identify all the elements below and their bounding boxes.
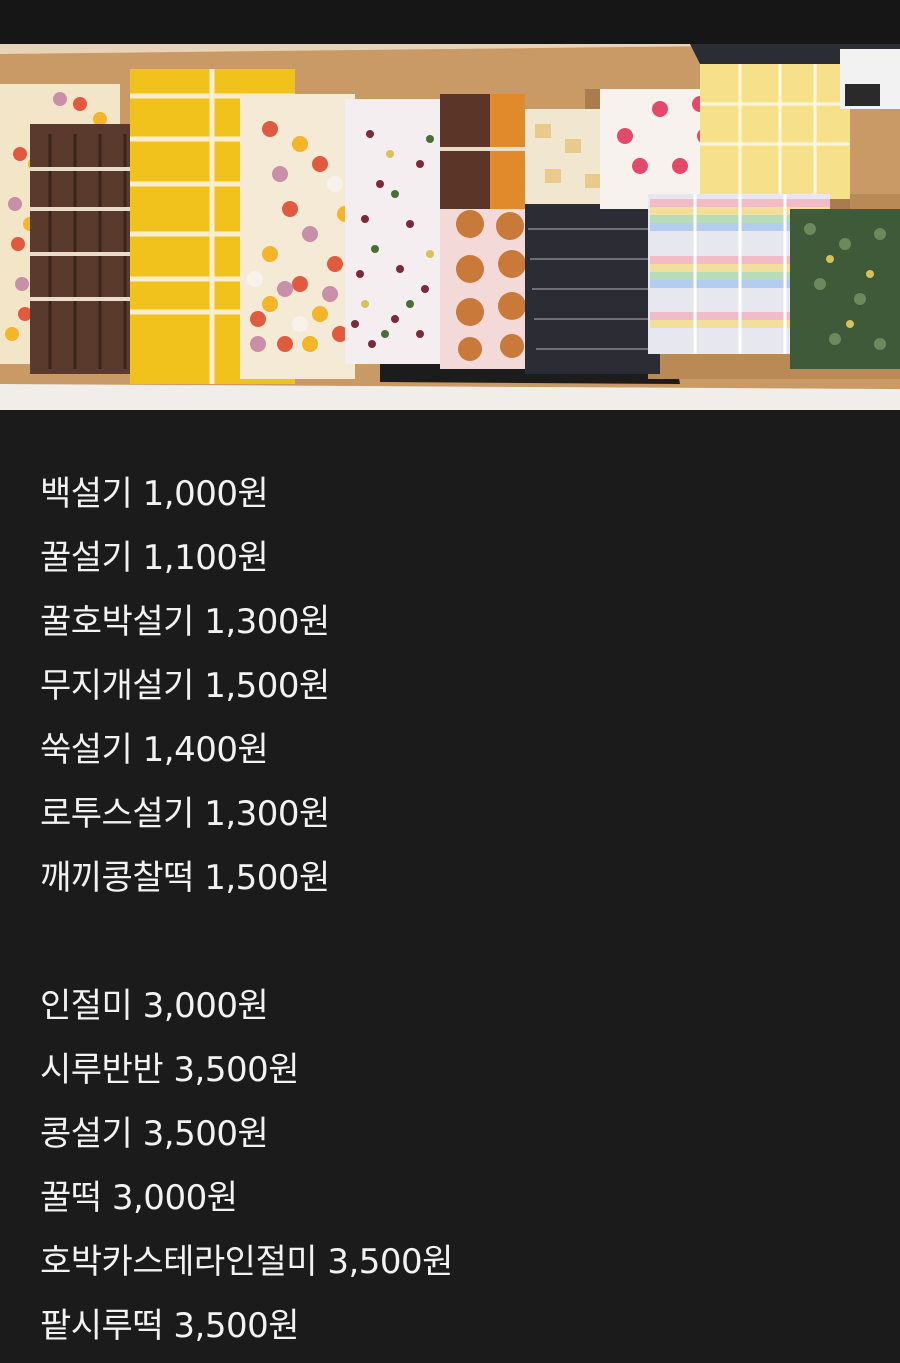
menu-item: 백설기 1,000원 (40, 474, 269, 514)
menu-item: 쑥설기 1,400원 (40, 730, 269, 770)
menu-item: 깨끼콩찰떡 1,500원 (40, 858, 330, 898)
lotus-cake-boxes (440, 209, 535, 369)
bean-cake-boxes (345, 99, 440, 364)
layered-cake-boxes (440, 94, 525, 209)
menu-item: 로투스설기 1,300원 (40, 794, 330, 834)
menu-item: 시루반반 3,500원 (40, 1050, 300, 1090)
yellow-block-boxes (700, 64, 850, 199)
group-spacer (40, 910, 453, 974)
top-bar (0, 0, 900, 44)
mugwort-cake-boxes (790, 209, 900, 369)
price-list: 백설기 1,000원 꿀설기 1,100원 꿀호박설기 1,300원 무지개설기… (40, 462, 453, 1358)
menu-item: 꿀호박설기 1,300원 (40, 602, 330, 642)
rice-cake-photo (0, 44, 900, 410)
menu-item: 꿀설기 1,100원 (40, 538, 269, 578)
menu-item: 콩설기 3,500원 (40, 1114, 269, 1154)
menu-item: 팥시루떡 3,500원 (40, 1306, 300, 1346)
black-sesame-cake-boxes (525, 204, 660, 374)
menu-item: 무지개설기 1,500원 (40, 666, 330, 706)
dumpling-boxes-center (240, 94, 355, 379)
menu-item: 호박카스테라인절미 3,500원 (40, 1242, 453, 1282)
menu-item: 꿀떡 3,000원 (40, 1178, 238, 1218)
white-rice-cake-boxes (525, 109, 610, 204)
gift-box (840, 49, 900, 109)
menu-item: 인절미 3,000원 (40, 986, 269, 1026)
